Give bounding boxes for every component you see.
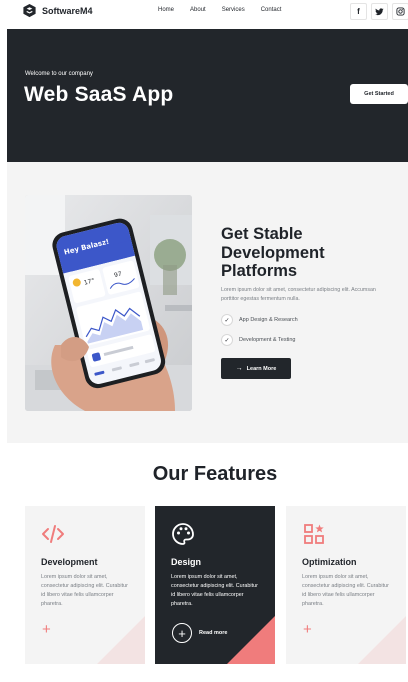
feature-title: Development (41, 557, 98, 567)
corner-decoration (227, 616, 275, 664)
brand-logo-icon (23, 3, 36, 18)
about-text: Lorem ipsum dolor sit amet, consectetur … (221, 287, 376, 302)
feature-card-optimization[interactable]: Optimization Lorem ipsum dolor sit amet,… (286, 506, 406, 664)
shapes-icon (304, 524, 324, 544)
nav-link-contact[interactable]: Contact (261, 7, 282, 13)
instagram-icon[interactable] (392, 3, 408, 20)
learn-more-label: Learn More (246, 365, 277, 372)
brand[interactable]: SoftwareM4 (22, 3, 93, 18)
feature-title: Optimization (302, 557, 357, 567)
feature-card-design[interactable]: Design Lorem ipsum dolor sit amet, conse… (155, 506, 275, 664)
nav-link-home[interactable]: Home (158, 7, 174, 13)
feature-text: Lorem ipsum dolor sit amet, consectetur … (302, 574, 389, 607)
brand-name: SoftwareM4 (42, 5, 93, 16)
plus-icon[interactable]: + (42, 622, 51, 637)
check-icon: ✓ (221, 334, 233, 346)
feature-title: Design (171, 557, 202, 567)
code-icon (42, 525, 64, 543)
corner-decoration (97, 616, 145, 664)
feature-text: Lorem ipsum dolor sit amet, consectetur … (171, 574, 258, 607)
check-label: App Design & Research (239, 317, 298, 323)
get-started-button[interactable]: Get Started (350, 84, 408, 104)
plus-circle-icon: + (172, 623, 192, 643)
twitter-icon[interactable] (371, 3, 388, 20)
check-item: ✓ Development & Testing (221, 334, 295, 346)
nav-link-services[interactable]: Services (222, 7, 245, 13)
feature-text: Lorem ipsum dolor sit amet, consectetur … (41, 574, 128, 607)
about-title: Get Stable Development Platforms (221, 225, 325, 280)
plus-icon[interactable]: + (303, 622, 312, 637)
check-icon: ✓ (221, 314, 233, 326)
nav-link-about[interactable]: About (190, 7, 206, 13)
arrow-right-icon: → (235, 365, 243, 372)
top-navbar: SoftwareM4 Home About Services Contact f (0, 0, 408, 26)
read-more-label: Read more (199, 630, 228, 636)
facebook-icon[interactable]: f (350, 3, 367, 20)
features-title: Our Features (152, 463, 278, 485)
social-links: f (350, 3, 408, 20)
hero-pretitle: Welcome to our company (25, 71, 93, 77)
phone-in-hand-image: Hey Balasz! 17° 97 (25, 195, 192, 411)
corner-decoration (358, 616, 406, 664)
main-menu: Home About Services Contact (158, 7, 297, 13)
feature-card-development[interactable]: Development Lorem ipsum dolor sit amet, … (25, 506, 145, 664)
check-item: ✓ App Design & Research (221, 314, 298, 326)
palette-icon (172, 523, 194, 545)
learn-more-button[interactable]: → Learn More (221, 358, 291, 379)
check-label: Development & Testing (239, 337, 296, 343)
read-more-link[interactable]: + Read more (172, 623, 227, 643)
hero-title: Web SaaS App (24, 83, 174, 106)
